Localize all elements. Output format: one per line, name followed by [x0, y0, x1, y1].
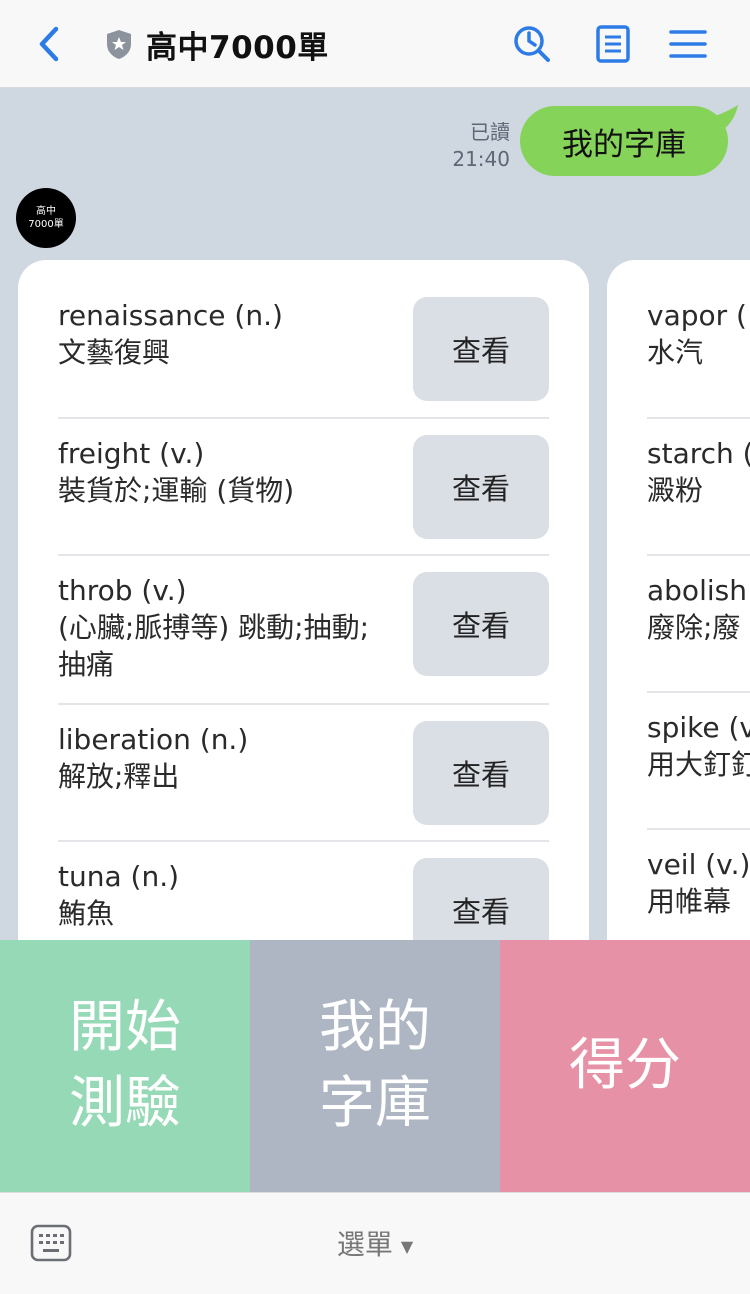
shield-icon: [107, 30, 131, 59]
my-library-button[interactable]: 我的字庫: [250, 940, 500, 1192]
word-chinese: 廢除;廢: [647, 611, 741, 644]
word-row: freight (v.) 裝貨於;運輸 (貨物) 查看: [58, 419, 549, 556]
word-row: veil (v.) 用帷幕: [647, 830, 750, 940]
word-chinese: 澱粉: [647, 474, 704, 507]
word-row: liberation (n.) 解放;釋出 查看: [58, 705, 549, 842]
menu-toggle-label: 選單: [336, 1228, 393, 1261]
word-row: abolish 廢除;廢: [647, 556, 750, 693]
word-english: abolish: [647, 574, 747, 607]
word-chinese: 文藝復興: [58, 336, 171, 369]
avatar-text-line2: 7000單: [28, 219, 64, 230]
start-quiz-button[interactable]: 開始測驗: [0, 940, 250, 1192]
search-clock-icon[interactable]: [512, 24, 552, 64]
view-button[interactable]: 查看: [413, 858, 549, 940]
word-row: spike (v 用大釘釘: [647, 693, 750, 830]
word-chinese: 解放;釋出: [58, 760, 180, 793]
word-english: spike (v: [647, 711, 750, 744]
menu-toggle[interactable]: 選單 ▼: [0, 1223, 750, 1263]
word-entry: abolish 廢除;廢: [647, 572, 750, 646]
bot-avatar[interactable]: 高中 7000單: [16, 188, 76, 248]
word-entry: throb (v.) (心臟;脈搏等) 跳動;抽動;抽痛: [58, 572, 378, 683]
word-row: starch ( 澱粉: [647, 419, 750, 556]
word-english: throb (v.): [58, 574, 187, 607]
view-button[interactable]: 查看: [413, 721, 549, 825]
word-english: tuna (n.): [58, 860, 180, 893]
word-english: starch (: [647, 437, 750, 470]
score-button[interactable]: 得分: [500, 940, 750, 1192]
word-english: freight (v.): [58, 437, 205, 470]
word-chinese: 水汽: [647, 336, 704, 369]
view-button[interactable]: 查看: [413, 572, 549, 676]
word-row: throb (v.) (心臟;脈搏等) 跳動;抽動;抽痛 查看: [58, 556, 549, 705]
word-card-1: renaissance (n.) 文藝復興 查看 freight (v.) 裝貨…: [18, 260, 589, 940]
word-entry: vapor ( 水汽: [647, 297, 750, 371]
word-chinese: (心臟;脈搏等) 跳動;抽動;抽痛: [58, 611, 370, 681]
view-button[interactable]: 查看: [413, 297, 549, 401]
word-row: renaissance (n.) 文藝復興 查看: [58, 297, 549, 419]
chat-area[interactable]: 已讀 21:40 我的字庫 高中 7000單 renaissance (n.) …: [0, 89, 750, 940]
back-chevron-icon[interactable]: [30, 24, 70, 64]
word-chinese: 鮪魚: [58, 897, 115, 930]
message-meta: 已讀 21:40: [452, 119, 510, 173]
word-entry: spike (v 用大釘釘: [647, 709, 750, 783]
bottom-bar: 選單 ▼: [0, 1192, 750, 1294]
avatar-text-line1: 高中: [36, 206, 56, 217]
rich-menu: 開始測驗 我的字庫 得分: [0, 940, 750, 1192]
chat-header: 高中7000單: [0, 0, 750, 88]
score-label: 得分: [569, 1033, 681, 1098]
my-library-label: 我的字庫: [319, 995, 431, 1136]
note-icon[interactable]: [593, 24, 633, 64]
word-entry: starch ( 澱粉: [647, 435, 750, 509]
word-chinese: 用帷幕: [647, 885, 732, 918]
word-entry: freight (v.) 裝貨於;運輸 (貨物): [58, 435, 378, 509]
word-entry: tuna (n.) 鮪魚: [58, 858, 378, 932]
word-chinese: 用大釘釘: [647, 748, 750, 781]
word-english: veil (v.): [647, 848, 750, 881]
word-english: renaissance (n.): [58, 299, 283, 332]
caret-down-icon: ▼: [400, 1236, 414, 1256]
view-button[interactable]: 查看: [413, 435, 549, 539]
message-time: 21:40: [452, 147, 510, 171]
word-chinese: 裝貨於;運輸 (貨物): [58, 474, 295, 507]
word-row: tuna (n.) 鮪魚 查看: [58, 842, 549, 940]
start-quiz-label: 開始測驗: [69, 995, 181, 1136]
word-entry: liberation (n.) 解放;釋出: [58, 721, 378, 795]
word-english: vapor (: [647, 299, 747, 332]
my-message-bubble[interactable]: 我的字庫: [520, 106, 728, 176]
word-row: vapor ( 水汽: [647, 297, 750, 419]
hamburger-menu-icon[interactable]: [668, 24, 708, 64]
word-card-2[interactable]: vapor ( 水汽 starch ( 澱粉 abolish 廢除;廢 spik…: [607, 260, 750, 940]
chat-title: 高中7000單: [146, 30, 329, 66]
word-english: liberation (n.): [58, 723, 249, 756]
word-entry: renaissance (n.) 文藝復興: [58, 297, 378, 371]
read-status: 已讀: [470, 120, 510, 144]
word-entry: veil (v.) 用帷幕: [647, 846, 750, 920]
